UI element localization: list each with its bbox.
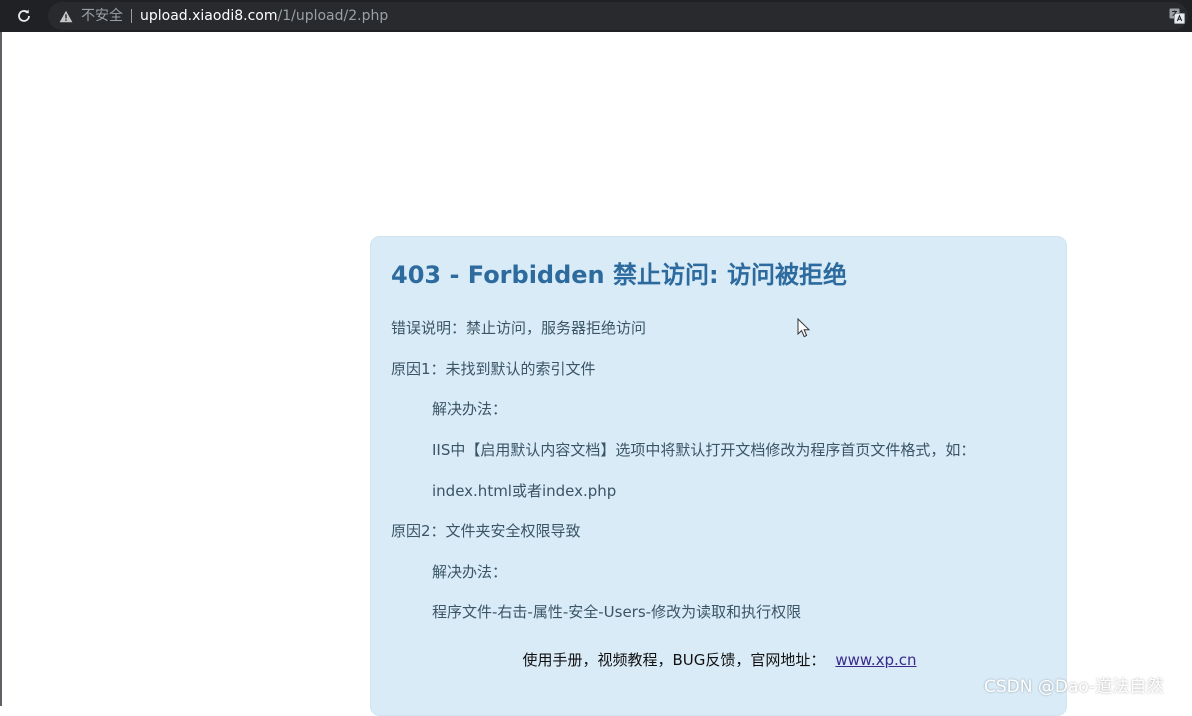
address-bar[interactable]: 不安全 upload.xiaodi8.com/1/upload/2.php xyxy=(48,2,1188,30)
error-title: 403 - Forbidden 禁止访问: 访问被拒绝 xyxy=(391,261,847,289)
official-site-link[interactable]: www.xp.cn xyxy=(835,651,916,669)
error-panel: 403 - Forbidden 禁止访问: 访问被拒绝 错误说明：禁止访问，服务… xyxy=(370,236,1067,716)
browser-toolbar: 不安全 upload.xiaodi8.com/1/upload/2.php xyxy=(0,0,1192,32)
footer-text: 使用手册，视频教程，BUG反馈，官网地址： xyxy=(522,651,826,669)
url-host: upload.xiaodi8.com xyxy=(140,8,278,24)
solution-2-text: 程序文件-右击-属性-安全-Users-修改为读取和执行权限 xyxy=(432,603,802,621)
panel-footer: 使用手册，视频教程，BUG反馈，官网地址： www.xp.cn xyxy=(371,650,1068,670)
solution-1-label: 解决办法： xyxy=(432,400,508,418)
reload-icon[interactable] xyxy=(14,6,34,26)
mouse-cursor-icon xyxy=(797,318,811,338)
reason-1: 原因1：未找到默认的索引文件 xyxy=(391,360,596,378)
solution-2-label: 解决办法： xyxy=(432,563,508,581)
watermark: CSDN @Dao-道法自然 xyxy=(984,677,1164,697)
url-text[interactable]: upload.xiaodi8.com/1/upload/2.php xyxy=(140,7,388,25)
solution-1-example: index.html或者index.php xyxy=(432,482,617,500)
error-description: 错误说明：禁止访问，服务器拒绝访问 xyxy=(391,319,647,337)
url-path: /1/upload/2.php xyxy=(277,8,389,24)
window-edge xyxy=(0,32,2,706)
translate-icon[interactable] xyxy=(1168,7,1186,25)
omnibox-divider xyxy=(131,9,132,23)
warning-icon[interactable] xyxy=(58,8,74,24)
solution-1-text: IIS中【启用默认内容文档】选项中将默认打开文档修改为程序首页文件格式，如： xyxy=(432,441,976,459)
security-label[interactable]: 不安全 xyxy=(81,7,123,25)
reason-2: 原因2：文件夹安全权限导致 xyxy=(391,522,581,540)
